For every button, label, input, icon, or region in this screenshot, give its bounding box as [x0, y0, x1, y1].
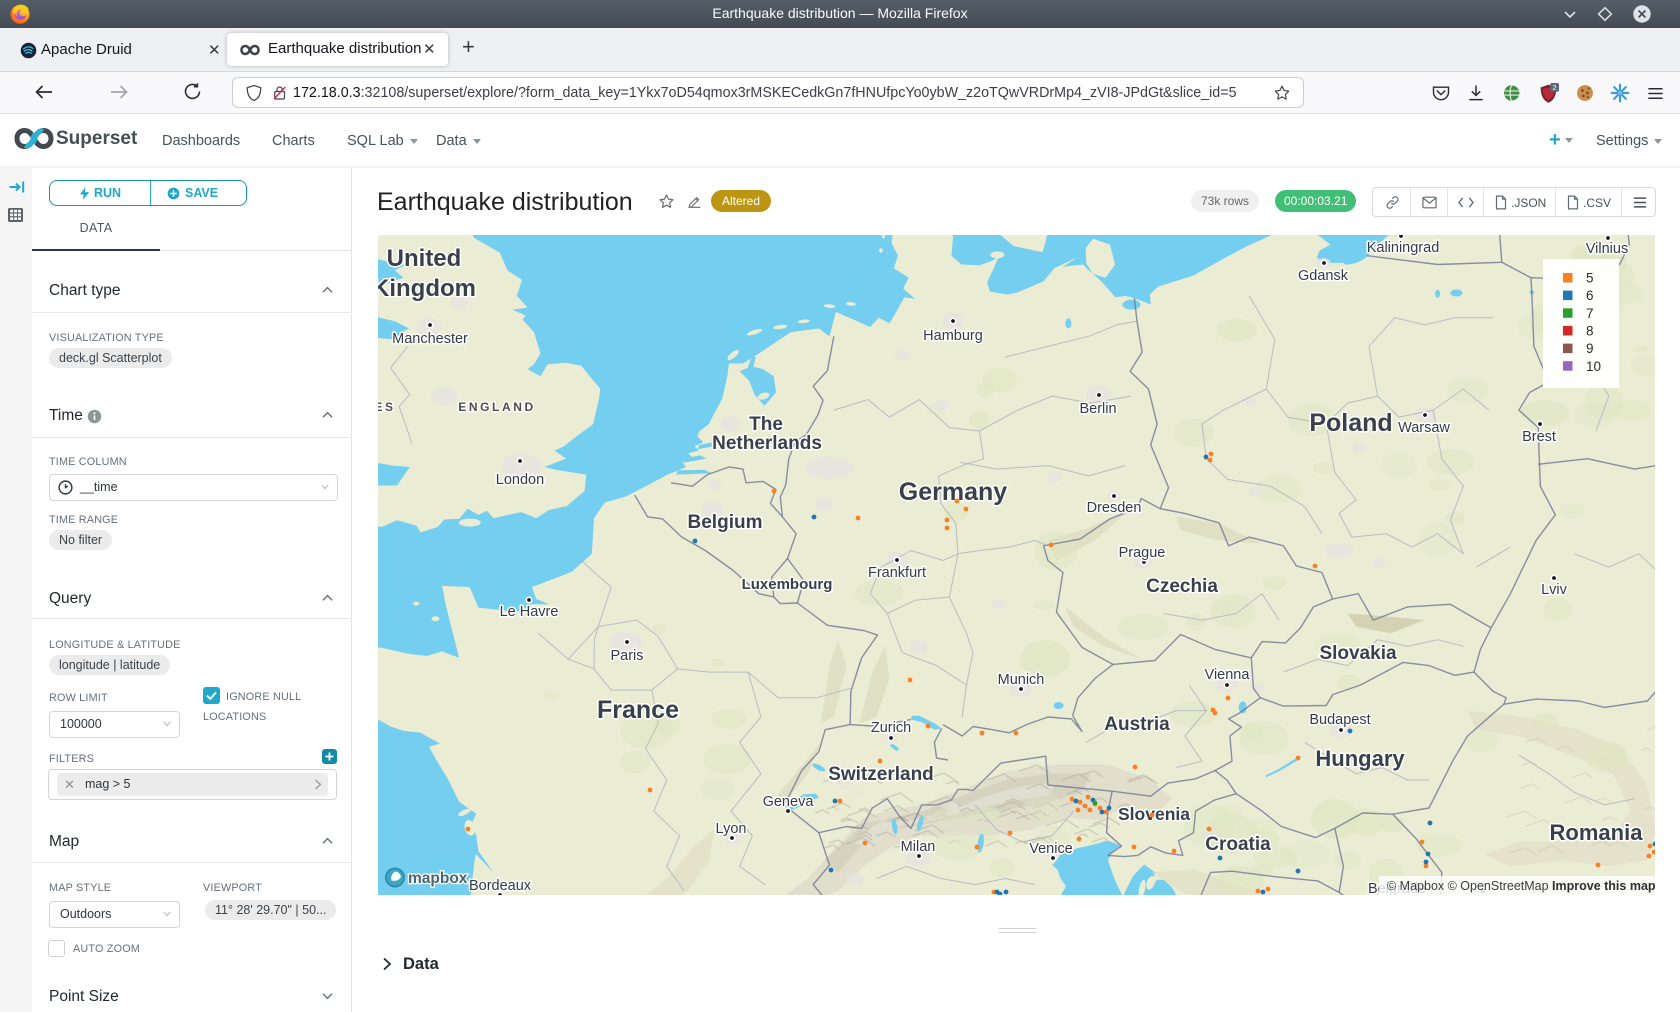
svg-text:Vienna: Vienna	[1205, 667, 1251, 683]
svg-text:Paris: Paris	[610, 648, 643, 664]
svg-text:Brest: Brest	[1522, 429, 1556, 445]
svg-text:France: France	[597, 696, 679, 724]
svg-text:London: London	[496, 472, 544, 488]
svg-text:Czechia: Czechia	[1146, 576, 1218, 597]
svg-text:© Mapbox © OpenStreetMap Impro: © Mapbox © OpenStreetMap Improve this ma…	[1387, 879, 1655, 893]
svg-text:United: United	[387, 245, 462, 272]
svg-text:Belgium: Belgium	[688, 512, 763, 533]
svg-text:Gdansk: Gdansk	[1298, 268, 1349, 284]
svg-text:7: 7	[1586, 306, 1594, 321]
svg-text:Warsaw: Warsaw	[1398, 420, 1450, 436]
svg-text:6: 6	[1586, 288, 1594, 303]
svg-text:ES: ES	[378, 400, 396, 414]
svg-text:10: 10	[1586, 359, 1601, 374]
svg-text:Germany: Germany	[899, 478, 1007, 506]
svg-text:Prague: Prague	[1119, 545, 1166, 561]
svg-text:The: The	[749, 414, 783, 435]
svg-text:Vilnius: Vilnius	[1586, 241, 1628, 257]
svg-text:Budapest: Budapest	[1309, 712, 1370, 728]
svg-text:Berlin: Berlin	[1079, 401, 1116, 417]
svg-text:Bordeaux: Bordeaux	[469, 878, 532, 894]
svg-text:Dresden: Dresden	[1087, 500, 1142, 516]
svg-text:Le Havre: Le Havre	[500, 604, 559, 620]
svg-text:2: 2	[1553, 83, 1557, 92]
svg-text:Hamburg: Hamburg	[923, 328, 983, 344]
svg-text:Croatia: Croatia	[1205, 834, 1271, 855]
svg-text:Poland: Poland	[1309, 409, 1392, 437]
svg-text:Romania: Romania	[1550, 820, 1644, 845]
svg-text:Luxembourg: Luxembourg	[742, 576, 833, 593]
svg-text:Milan: Milan	[901, 839, 936, 855]
svg-text:Geneva: Geneva	[763, 794, 815, 810]
svg-text:Netherlands: Netherlands	[712, 433, 822, 454]
svg-text:9: 9	[1586, 341, 1594, 356]
svg-text:Lyon: Lyon	[716, 821, 747, 837]
svg-text:5: 5	[1586, 271, 1594, 286]
svg-text:Kaliningrad: Kaliningrad	[1367, 240, 1440, 256]
svg-text:8: 8	[1586, 323, 1594, 338]
svg-text:Switzerland: Switzerland	[828, 764, 934, 785]
svg-text:Hungary: Hungary	[1315, 746, 1405, 771]
svg-text:Venice: Venice	[1029, 841, 1073, 857]
svg-text:Austria: Austria	[1104, 714, 1170, 735]
svg-text:Lviv: Lviv	[1541, 582, 1568, 598]
svg-text:Kingdom: Kingdom	[378, 275, 476, 302]
svg-text:mapbox: mapbox	[408, 870, 468, 887]
svg-text:Zurich: Zurich	[871, 720, 911, 736]
svg-text:Munich: Munich	[998, 672, 1045, 688]
svg-text:Slovakia: Slovakia	[1319, 643, 1397, 664]
svg-text:Manchester: Manchester	[392, 331, 468, 347]
svg-text:ENGLAND: ENGLAND	[458, 400, 536, 414]
svg-text:Frankfurt: Frankfurt	[868, 565, 926, 581]
